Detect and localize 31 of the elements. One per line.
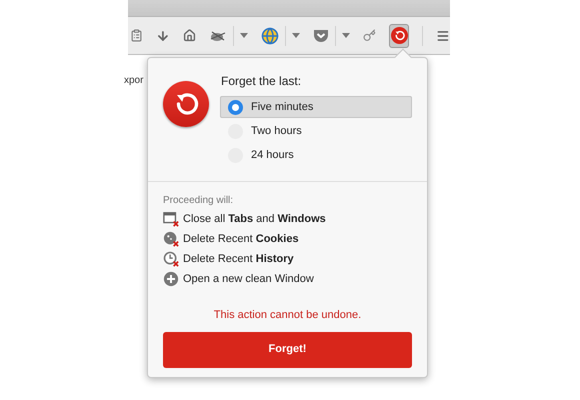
time-option[interactable]: 24 hours [220,144,412,166]
option-label: Five minutes [251,100,314,115]
clipboard-icon[interactable] [130,27,144,44]
section-label: Proceeding will: [163,194,234,208]
option-label: 24 hours [251,148,294,163]
cookie-delete-icon [163,231,179,247]
warning-text: This action cannot be undone. [212,308,362,323]
window-close-icon [163,211,179,227]
key-icon[interactable] [362,27,376,44]
page-text: xpor [124,75,144,86]
option-label: Two hours [251,124,302,139]
plus-icon [163,271,179,287]
action-text: Open a new clean Window [183,272,314,287]
time-option[interactable]: Two hours [220,120,412,142]
clock-delete-icon [163,251,179,267]
home-icon[interactable] [182,27,196,44]
caret-icon[interactable] [292,33,300,38]
time-option[interactable]: Five minutes [220,96,412,118]
forget-logo-icon [163,81,209,127]
action-text: Close all Tabs and Windows [183,212,326,227]
radio-button[interactable] [228,100,243,114]
caret-icon[interactable] [342,33,350,38]
options-heading: Forget the last: [221,73,302,90]
pocket-icon[interactable] [312,28,329,43]
globe-icon[interactable] [260,26,279,44]
action-text: Delete Recent History [183,252,294,267]
forget-button[interactable]: Forget! [163,332,412,368]
forget-toolbar-button[interactable] [388,24,410,48]
caret-icon[interactable] [240,33,248,38]
forget-icon [390,27,408,44]
action-text: Delete Recent Cookies [183,232,299,247]
